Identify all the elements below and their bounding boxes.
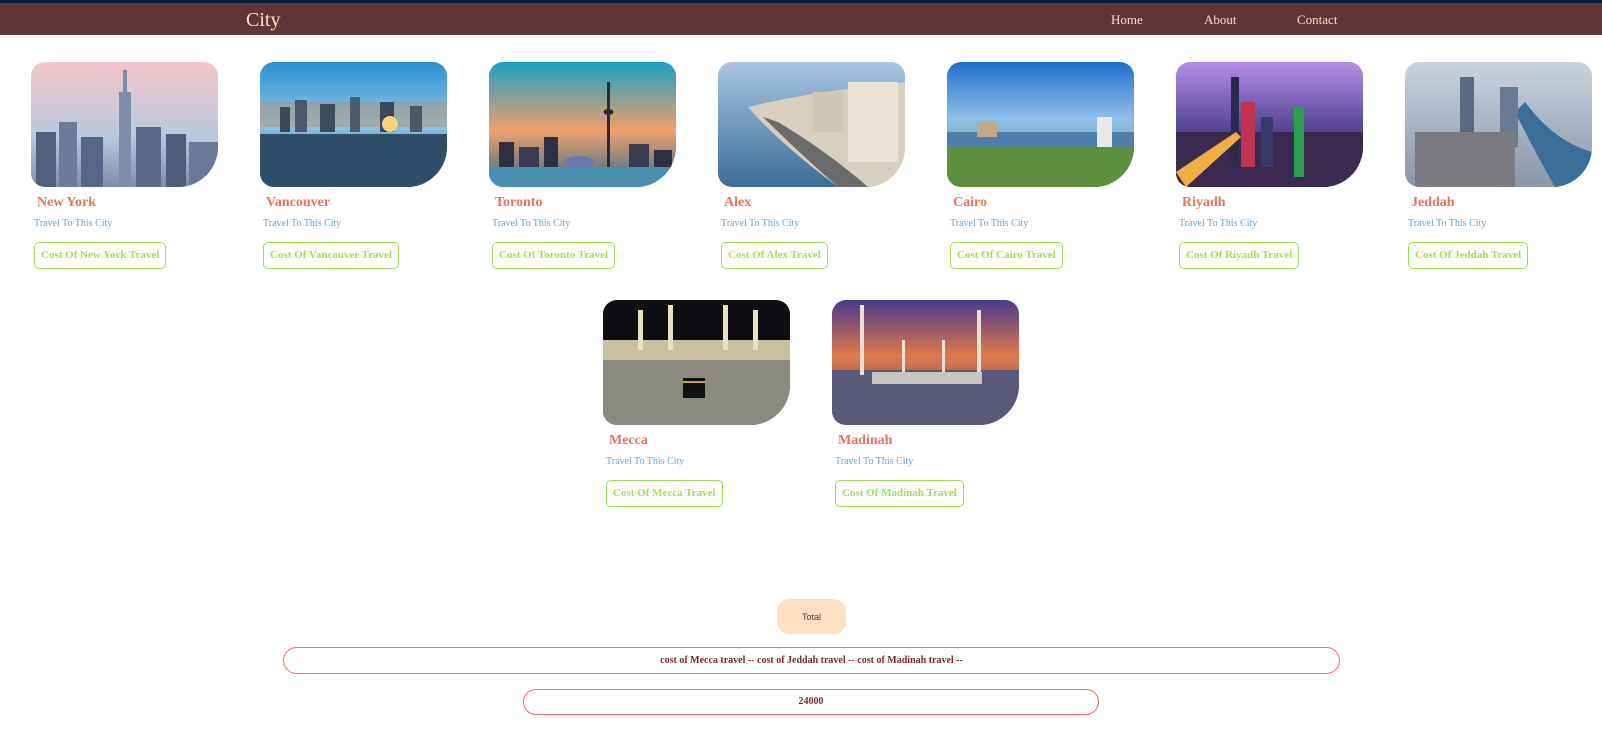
city-tagline: Travel To This City <box>1408 218 1487 229</box>
city-card-cairo: Cairo Travel To This City Cost Of Cairo … <box>947 62 1137 272</box>
cost-button-vancouver[interactable]: Cost Of Vancouver Travel <box>263 242 399 269</box>
total-value-field: 24000 <box>523 689 1099 715</box>
city-photo <box>1176 62 1363 187</box>
city-photo <box>489 62 676 187</box>
city-card-madinah: Madinah Travel To This City Cost Of Madi… <box>832 300 1022 510</box>
city-name: Vancouver <box>266 195 331 210</box>
city-photo <box>947 62 1134 187</box>
cost-button-jeddah[interactable]: Cost Of Jeddah Travel <box>1408 242 1529 269</box>
selected-travels-field: cost of Mecca travel -- cost of Jeddah t… <box>283 647 1340 674</box>
nav-about[interactable]: About <box>1204 12 1237 28</box>
city-name: Cairo <box>953 195 987 210</box>
cost-button-cairo[interactable]: Cost Of Cairo Travel <box>950 242 1063 269</box>
city-name: Toronto <box>495 195 543 210</box>
city-tagline: Travel To This City <box>835 456 914 467</box>
city-tagline: Travel To This City <box>606 456 685 467</box>
cost-button-toronto[interactable]: Cost Of Toronto Travel <box>492 242 616 269</box>
city-card-jeddah: Jeddah Travel To This City Cost Of Jedda… <box>1405 62 1595 272</box>
city-card-riyadh: Riyadh Travel To This City Cost Of Riyad… <box>1176 62 1366 272</box>
city-name: Riyadh <box>1182 195 1226 210</box>
city-photo <box>832 300 1019 425</box>
city-photo <box>1405 62 1592 187</box>
brand-logo[interactable]: City <box>246 9 280 32</box>
city-name: Mecca <box>609 433 648 448</box>
nav-contact[interactable]: Contact <box>1297 12 1337 28</box>
city-card-mecca: Mecca Travel To This City Cost Of Mecca … <box>603 300 793 510</box>
city-photo <box>31 62 218 187</box>
nav-home[interactable]: Home <box>1111 12 1143 28</box>
city-tagline: Travel To This City <box>950 218 1029 229</box>
city-name: Alex <box>724 195 752 210</box>
navbar: City Home About Contact <box>0 3 1602 35</box>
city-tagline: Travel To This City <box>34 218 113 229</box>
city-photo <box>718 62 905 187</box>
total-button[interactable]: Total <box>777 599 846 634</box>
city-name: Madinah <box>838 433 893 448</box>
city-card-alex: Alex Travel To This City Cost Of Alex Tr… <box>718 62 908 272</box>
city-card-new-york: New York Travel To This City Cost Of New… <box>31 62 221 272</box>
city-tagline: Travel To This City <box>1179 218 1258 229</box>
city-card-toronto: Toronto Travel To This City Cost Of Toro… <box>489 62 679 272</box>
cost-button-riyadh[interactable]: Cost Of Riyadh Travel <box>1179 242 1300 269</box>
cost-button-alex[interactable]: Cost Of Alex Travel <box>721 242 828 269</box>
cost-button-new-york[interactable]: Cost Of New York Travel <box>34 242 167 269</box>
city-tagline: Travel To This City <box>721 218 800 229</box>
cost-button-mecca[interactable]: Cost Of Mecca Travel <box>606 480 723 507</box>
city-photo <box>260 62 447 187</box>
cost-button-madinah[interactable]: Cost Of Madinah Travel <box>835 480 964 507</box>
city-name: Jeddah <box>1411 195 1455 210</box>
city-tagline: Travel To This City <box>263 218 342 229</box>
city-name: New York <box>37 195 96 210</box>
city-card-vancouver: Vancouver Travel To This City Cost Of Va… <box>260 62 450 272</box>
city-photo <box>603 300 790 425</box>
city-tagline: Travel To This City <box>492 218 571 229</box>
